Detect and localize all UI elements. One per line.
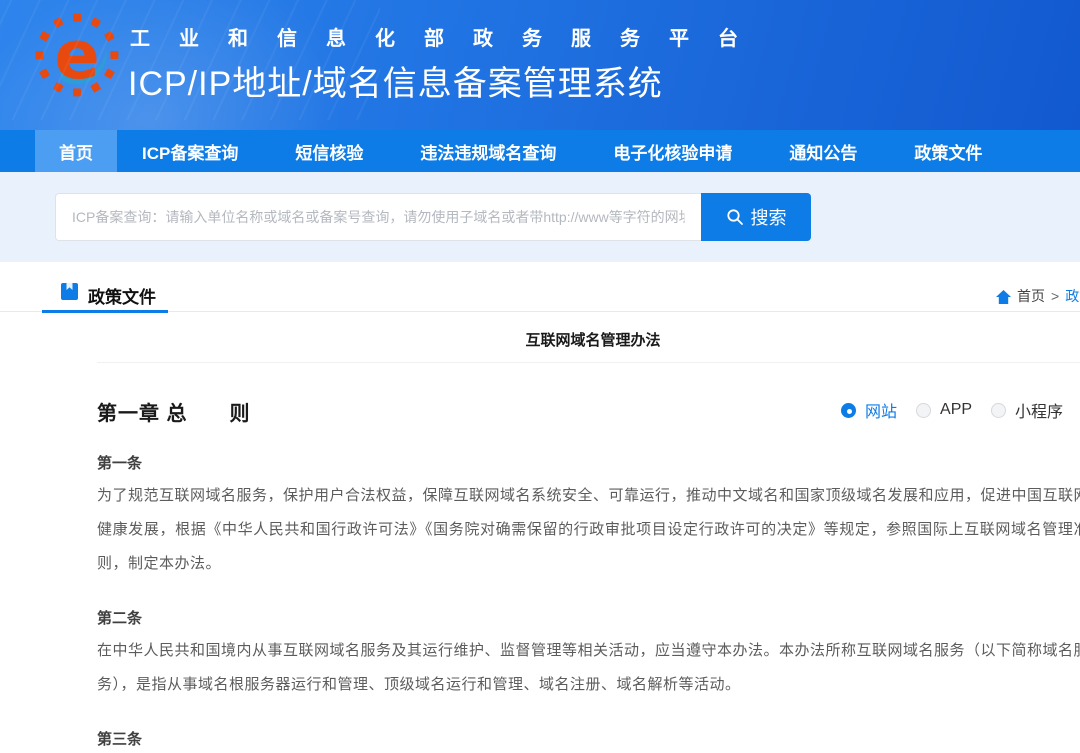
home-icon	[996, 290, 1011, 304]
search-type-radio-1[interactable]: APP	[916, 401, 972, 419]
svg-text:e: e	[54, 16, 99, 94]
search-type-options: 网站APP小程序快应用	[841, 398, 1080, 422]
main-nav: 首页 ICP备案查询 短信核验 违法违规域名查询 电子化核验申请 通知公告 政策文件	[0, 130, 1080, 172]
radio-dot[interactable]	[841, 403, 856, 418]
document-title: 互联网域名管理办法	[97, 312, 1080, 362]
nav-item-0[interactable]: 首页	[35, 130, 117, 172]
system-title: ICP/IP地址/域名信息备案管理系统	[128, 56, 663, 105]
content-area: 政策文件 首页 > 政策文件 互联网域名管理办法 第一章 总 则 第一条为了规范…	[0, 262, 1080, 753]
breadcrumb-home[interactable]: 首页	[1017, 286, 1045, 306]
page-header: e 工业和信息化部政务服务平台 ICP/IP地址/域名信息备案管理系统	[0, 0, 1080, 130]
search-icon	[726, 208, 744, 226]
nav-item-5[interactable]: 通知公告	[789, 130, 857, 172]
article-heading-2: 第三条	[97, 728, 1080, 749]
radio-label: 网站	[865, 398, 897, 422]
nav-item-6[interactable]: 政策文件	[914, 130, 982, 172]
article-heading-0: 第一条	[97, 452, 1080, 473]
search-button[interactable]: 搜索	[701, 193, 811, 241]
active-tab-underline	[42, 310, 168, 313]
nav-item-4[interactable]: 电子化核验申请	[613, 130, 732, 172]
article-body-0: 为了规范互联网域名服务，保护用户合法权益，保障互联网域名系统安全、可靠运行，推动…	[97, 479, 1080, 581]
radio-label: APP	[940, 401, 972, 419]
search-button-label: 搜索	[751, 204, 787, 230]
miit-logo-icon: e	[33, 9, 121, 101]
nav-item-1[interactable]: ICP备案查询	[142, 130, 238, 172]
radio-dot[interactable]	[916, 403, 931, 418]
section-divider	[0, 304, 1080, 312]
search-input[interactable]	[55, 193, 701, 241]
search-type-radio-2[interactable]: 小程序	[991, 398, 1063, 422]
book-icon	[60, 282, 79, 301]
platform-name: 工业和信息化部政务服务平台	[130, 22, 767, 51]
title-divider	[97, 362, 1080, 363]
articles: 第一条为了规范互联网域名服务，保护用户合法权益，保障互联网域名系统安全、可靠运行…	[97, 452, 1080, 753]
radio-dot[interactable]	[991, 403, 1006, 418]
radio-label: 小程序	[1015, 398, 1063, 422]
search-type-radio-0[interactable]: 网站	[841, 398, 897, 422]
nav-item-3[interactable]: 违法违规域名查询	[420, 130, 556, 172]
breadcrumb-separator: >	[1051, 288, 1059, 304]
search-section: 搜索 网站APP小程序快应用	[0, 172, 1080, 262]
article-body-1: 在中华人民共和国境内从事互联网域名服务及其运行维护、监督管理等相关活动，应当遵守…	[97, 634, 1080, 702]
nav-item-2[interactable]: 短信核验	[295, 130, 363, 172]
breadcrumb: 首页 > 政策文件	[996, 286, 1080, 306]
breadcrumb-current: 政策文件	[1065, 286, 1080, 306]
article-heading-1: 第二条	[97, 607, 1080, 628]
document: 互联网域名管理办法 第一章 总 则 第一条为了规范互联网域名服务，保护用户合法权…	[97, 312, 1080, 753]
